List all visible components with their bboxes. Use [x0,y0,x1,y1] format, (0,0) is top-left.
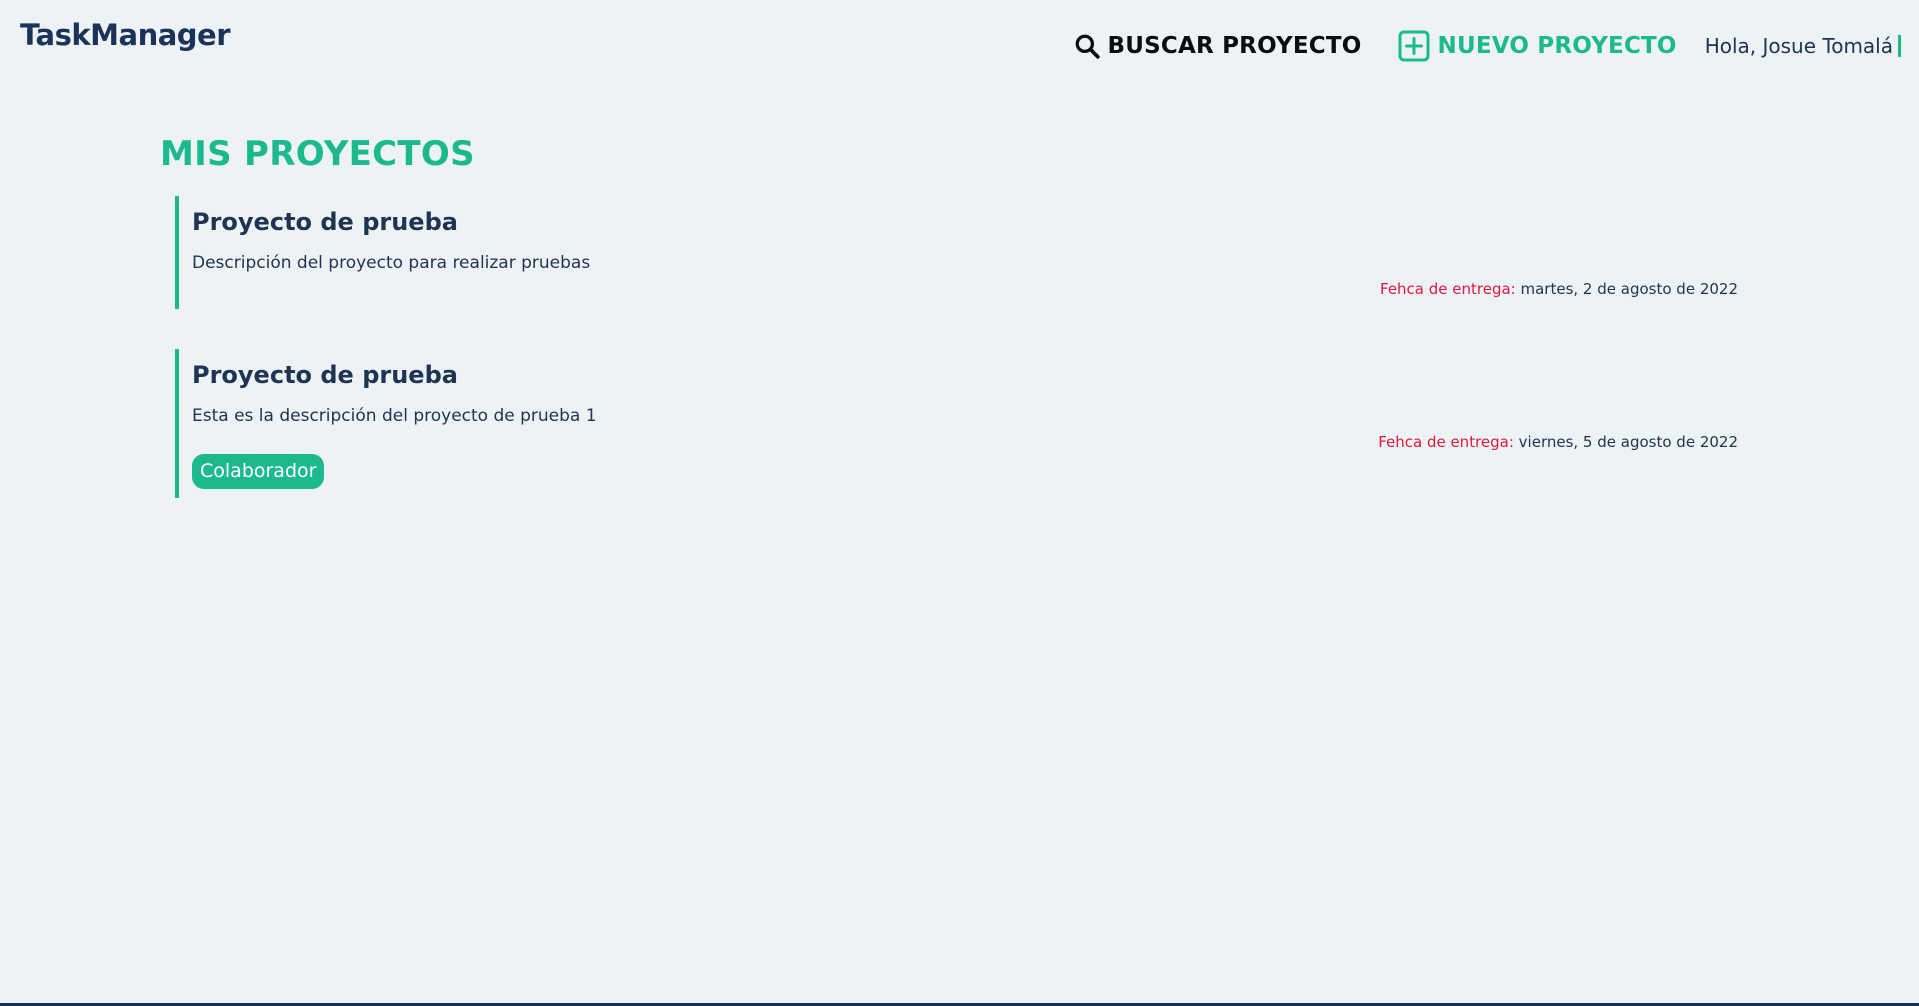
top-nav: BUSCAR PROYECTO NUEVO PROYECTO Hola, Jos… [1074,28,1901,64]
search-project-button[interactable]: BUSCAR PROYECTO [1074,33,1362,59]
new-project-label: NUEVO PROYECTO [1437,33,1677,59]
project-due-date: Fehca de entrega: martes, 2 de agosto de… [1380,280,1738,298]
user-greeting-text: Hola, Josue Tomalá [1704,34,1893,58]
project-description: Esta es la descripción del proyecto de p… [192,406,597,426]
user-greeting: Hola, Josue Tomalá [1705,34,1901,58]
project-card[interactable]: Proyecto de prueba Esta es la descripció… [175,349,1738,498]
search-project-label: BUSCAR PROYECTO [1107,33,1362,59]
search-icon [1075,34,1100,59]
brand-logo[interactable]: TaskManager [20,18,231,52]
greeting-accent-bar [1898,35,1901,57]
project-description: Descripción del proyecto para realizar p… [192,253,591,273]
project-name[interactable]: Proyecto de prueba [192,208,458,236]
project-card[interactable]: Proyecto de prueba Descripción del proye… [175,196,1738,309]
due-date-label: Fehca de entrega: [1378,433,1514,451]
project-name[interactable]: Proyecto de prueba [192,361,458,389]
due-date-value: martes, 2 de agosto de 2022 [1515,280,1739,298]
plus-square-icon [1398,30,1429,62]
due-date-value: viernes, 5 de agosto de 2022 [1513,433,1738,451]
new-project-link[interactable]: NUEVO PROYECTO [1398,30,1677,62]
collaborator-badge: Colaborador [192,454,325,489]
page: TaskManager BUSCAR PROYECTO NUEVO PROYEC… [0,0,1919,1006]
header: TaskManager BUSCAR PROYECTO NUEVO PROYEC… [0,0,1919,80]
page-title: MIS PROYECTOS [160,134,475,174]
project-list: Proyecto de prueba Descripción del proye… [175,196,1738,538]
project-due-date: Fehca de entrega: viernes, 5 de agosto d… [1378,433,1738,451]
due-date-label: Fehca de entrega: [1380,280,1516,298]
